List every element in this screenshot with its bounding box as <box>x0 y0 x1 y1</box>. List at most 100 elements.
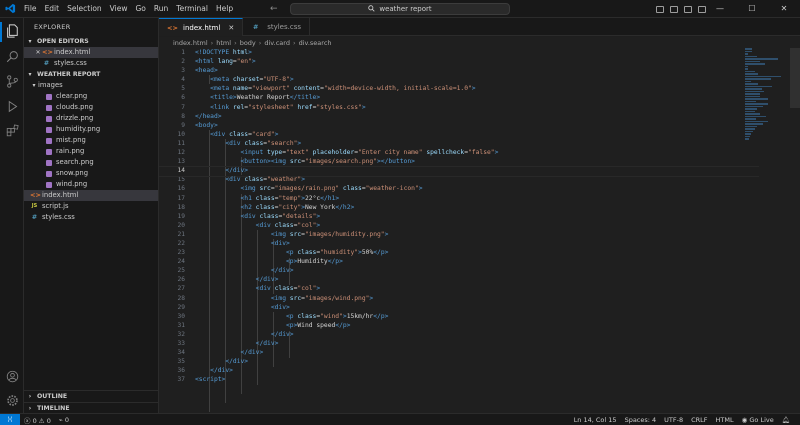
file-item[interactable]: search.png <box>24 157 158 168</box>
file-item[interactable]: snow.png <box>24 168 158 179</box>
editor-scrollbar[interactable] <box>790 48 800 108</box>
code-line[interactable]: <div class="card"> <box>195 130 735 139</box>
code-line[interactable]: <script> <box>195 375 735 384</box>
minimap[interactable] <box>745 48 790 140</box>
code-line[interactable]: </div> <box>195 330 735 339</box>
outline-section[interactable]: › OUTLINE <box>24 390 159 402</box>
menu-run[interactable]: Run <box>150 0 172 18</box>
code-line[interactable]: <p>Wind speed</p> <box>195 321 735 330</box>
menu-go[interactable]: Go <box>131 0 149 18</box>
run-debug-icon[interactable] <box>4 98 20 114</box>
file-item[interactable]: rain.png <box>24 146 158 157</box>
file-item[interactable]: JS script.js <box>24 201 158 212</box>
code-line[interactable]: <div class="details"> <box>195 212 735 221</box>
language-mode[interactable]: HTML <box>712 416 738 424</box>
maximize-icon[interactable]: ☐ <box>736 0 768 18</box>
file-item[interactable]: humidity.png <box>24 124 158 135</box>
code-line[interactable]: <title>Weather Report</title> <box>195 93 735 102</box>
code-line[interactable]: <div class="col"> <box>195 221 735 230</box>
breadcrumb-item[interactable]: body <box>240 39 256 47</box>
code-line[interactable]: <img src="images/wind.png"> <box>195 294 735 303</box>
close-icon[interactable]: ✕ <box>768 0 800 18</box>
breadcrumb-item[interactable]: div.search <box>299 39 332 47</box>
explorer-icon[interactable] <box>4 23 20 39</box>
go-live-button[interactable]: ◉ Go Live <box>738 416 778 424</box>
code-line[interactable]: <h2 class="city">New York</h2> <box>195 203 735 212</box>
menu-view[interactable]: View <box>106 0 132 18</box>
remote-indicator-icon[interactable]: ⟩⟨ <box>0 413 20 425</box>
code-line[interactable]: <div class="search"> <box>195 139 735 148</box>
code-line[interactable]: <div class="col"> <box>195 284 735 293</box>
menu-terminal[interactable]: Terminal <box>172 0 212 18</box>
code-line[interactable]: <!DOCTYPE html> <box>195 48 735 57</box>
code-line[interactable]: <p class="humidity">50%</p> <box>195 248 735 257</box>
menu-edit[interactable]: Edit <box>41 0 64 18</box>
code-line[interactable]: </div> <box>195 275 735 284</box>
code-line[interactable]: <html lang="en"> <box>195 57 735 66</box>
end-of-line[interactable]: CRLF <box>687 416 711 424</box>
open-editor-item[interactable]: # styles.css <box>24 58 158 69</box>
toggle-panel-icon[interactable] <box>670 5 678 13</box>
file-item[interactable]: clouds.png <box>24 102 158 113</box>
file-item[interactable]: drizzle.png <box>24 113 158 124</box>
file-item[interactable]: <> index.html <box>24 190 158 201</box>
file-item[interactable]: # styles.css <box>24 212 158 223</box>
menu-help[interactable]: Help <box>212 0 237 18</box>
code-line[interactable]: <div> <box>195 239 735 248</box>
menu-file[interactable]: File <box>20 0 41 18</box>
search-icon[interactable] <box>4 48 20 64</box>
toggle-sidebar-icon[interactable] <box>656 5 664 13</box>
open-editors-header[interactable]: ▾ OPEN EDITORS <box>24 36 158 47</box>
command-center-search[interactable]: weather report <box>290 3 510 15</box>
code-line[interactable]: </div> <box>195 339 735 348</box>
code-line[interactable]: <meta name="viewport" content="width=dev… <box>195 84 735 93</box>
code-line[interactable]: <input type="text" placeholder="Enter ci… <box>195 148 735 157</box>
code-line[interactable]: <meta charset="UTF-8"> <box>195 75 735 84</box>
file-item[interactable]: mist.png <box>24 135 158 146</box>
code-line[interactable]: </div> <box>195 266 735 275</box>
breadcrumb-item[interactable]: html <box>216 39 231 47</box>
code-line[interactable]: </div> <box>159 166 759 178</box>
code-line[interactable]: <img src="images/rain.png" class="weathe… <box>195 184 735 193</box>
file-item[interactable]: wind.png <box>24 179 158 190</box>
problems-indicator[interactable]: ⓧ 0 ⚠ 0 <box>20 415 55 425</box>
tab-index-html[interactable]: <> index.html ✕ <box>159 18 244 36</box>
menu-selection[interactable]: Selection <box>63 0 106 18</box>
folder-images[interactable]: ▾ images <box>24 80 158 91</box>
code-lines[interactable]: <!DOCTYPE html> <html lang="en"> <head> <m… <box>159 48 759 384</box>
open-editor-item[interactable]: ✕ <> index.html <box>24 47 158 58</box>
code-line[interactable]: <link rel="stylesheet" href="styles.css"… <box>195 103 735 112</box>
back-arrow-icon[interactable]: ← <box>270 4 278 14</box>
minimize-icon[interactable]: — <box>704 0 736 18</box>
code-line[interactable]: <div class="weather"> <box>195 175 735 184</box>
code-line[interactable]: </div> <box>195 366 735 375</box>
project-header[interactable]: ▾ WEATHER REPORT <box>24 69 158 80</box>
tab-styles-css[interactable]: # styles.css <box>243 18 311 36</box>
code-line[interactable]: <body> <box>195 121 735 130</box>
breadcrumb-item[interactable]: index.html <box>173 39 208 47</box>
indentation[interactable]: Spaces: 4 <box>621 416 661 424</box>
encoding[interactable]: UTF-8 <box>660 416 687 424</box>
cursor-position[interactable]: Ln 14, Col 15 <box>570 416 621 424</box>
source-control-icon[interactable] <box>4 73 20 89</box>
code-line[interactable]: <p>Humidity</p> <box>195 257 735 266</box>
code-line[interactable]: <p class="wind">15km/hr</p> <box>195 312 735 321</box>
notifications-bell-icon[interactable]: 🔔︎ <box>778 416 794 424</box>
code-line[interactable]: <img src="images/humidity.png"> <box>195 230 735 239</box>
code-line[interactable]: </head> <box>195 112 735 121</box>
ports-indicator[interactable]: ⌁ 0 <box>55 416 73 424</box>
breadcrumb-item[interactable]: div.card <box>264 39 290 47</box>
close-icon[interactable]: ✕ <box>34 47 42 58</box>
code-line[interactable]: <h1 class="temp">22°c</h1> <box>195 194 735 203</box>
toggle-secondary-sidebar-icon[interactable] <box>684 5 692 13</box>
code-line[interactable]: <div> <box>195 303 735 312</box>
code-line[interactable]: <button><img src="images/search.png"></b… <box>195 157 735 166</box>
settings-gear-icon[interactable] <box>4 392 20 408</box>
code-line[interactable]: </div> <box>195 348 735 357</box>
account-icon[interactable] <box>4 368 20 384</box>
code-editor[interactable]: 1 2 3 4 5 6 7 8 9 10 11 12 13 14 15 16 17 18 19 20 21 22 23 24 2… <box>159 48 800 413</box>
file-item[interactable]: clear.png <box>24 91 158 102</box>
close-icon[interactable]: ✕ <box>228 24 234 32</box>
code-line[interactable]: <head> <box>195 66 735 75</box>
code-line[interactable]: </div> <box>195 357 735 366</box>
